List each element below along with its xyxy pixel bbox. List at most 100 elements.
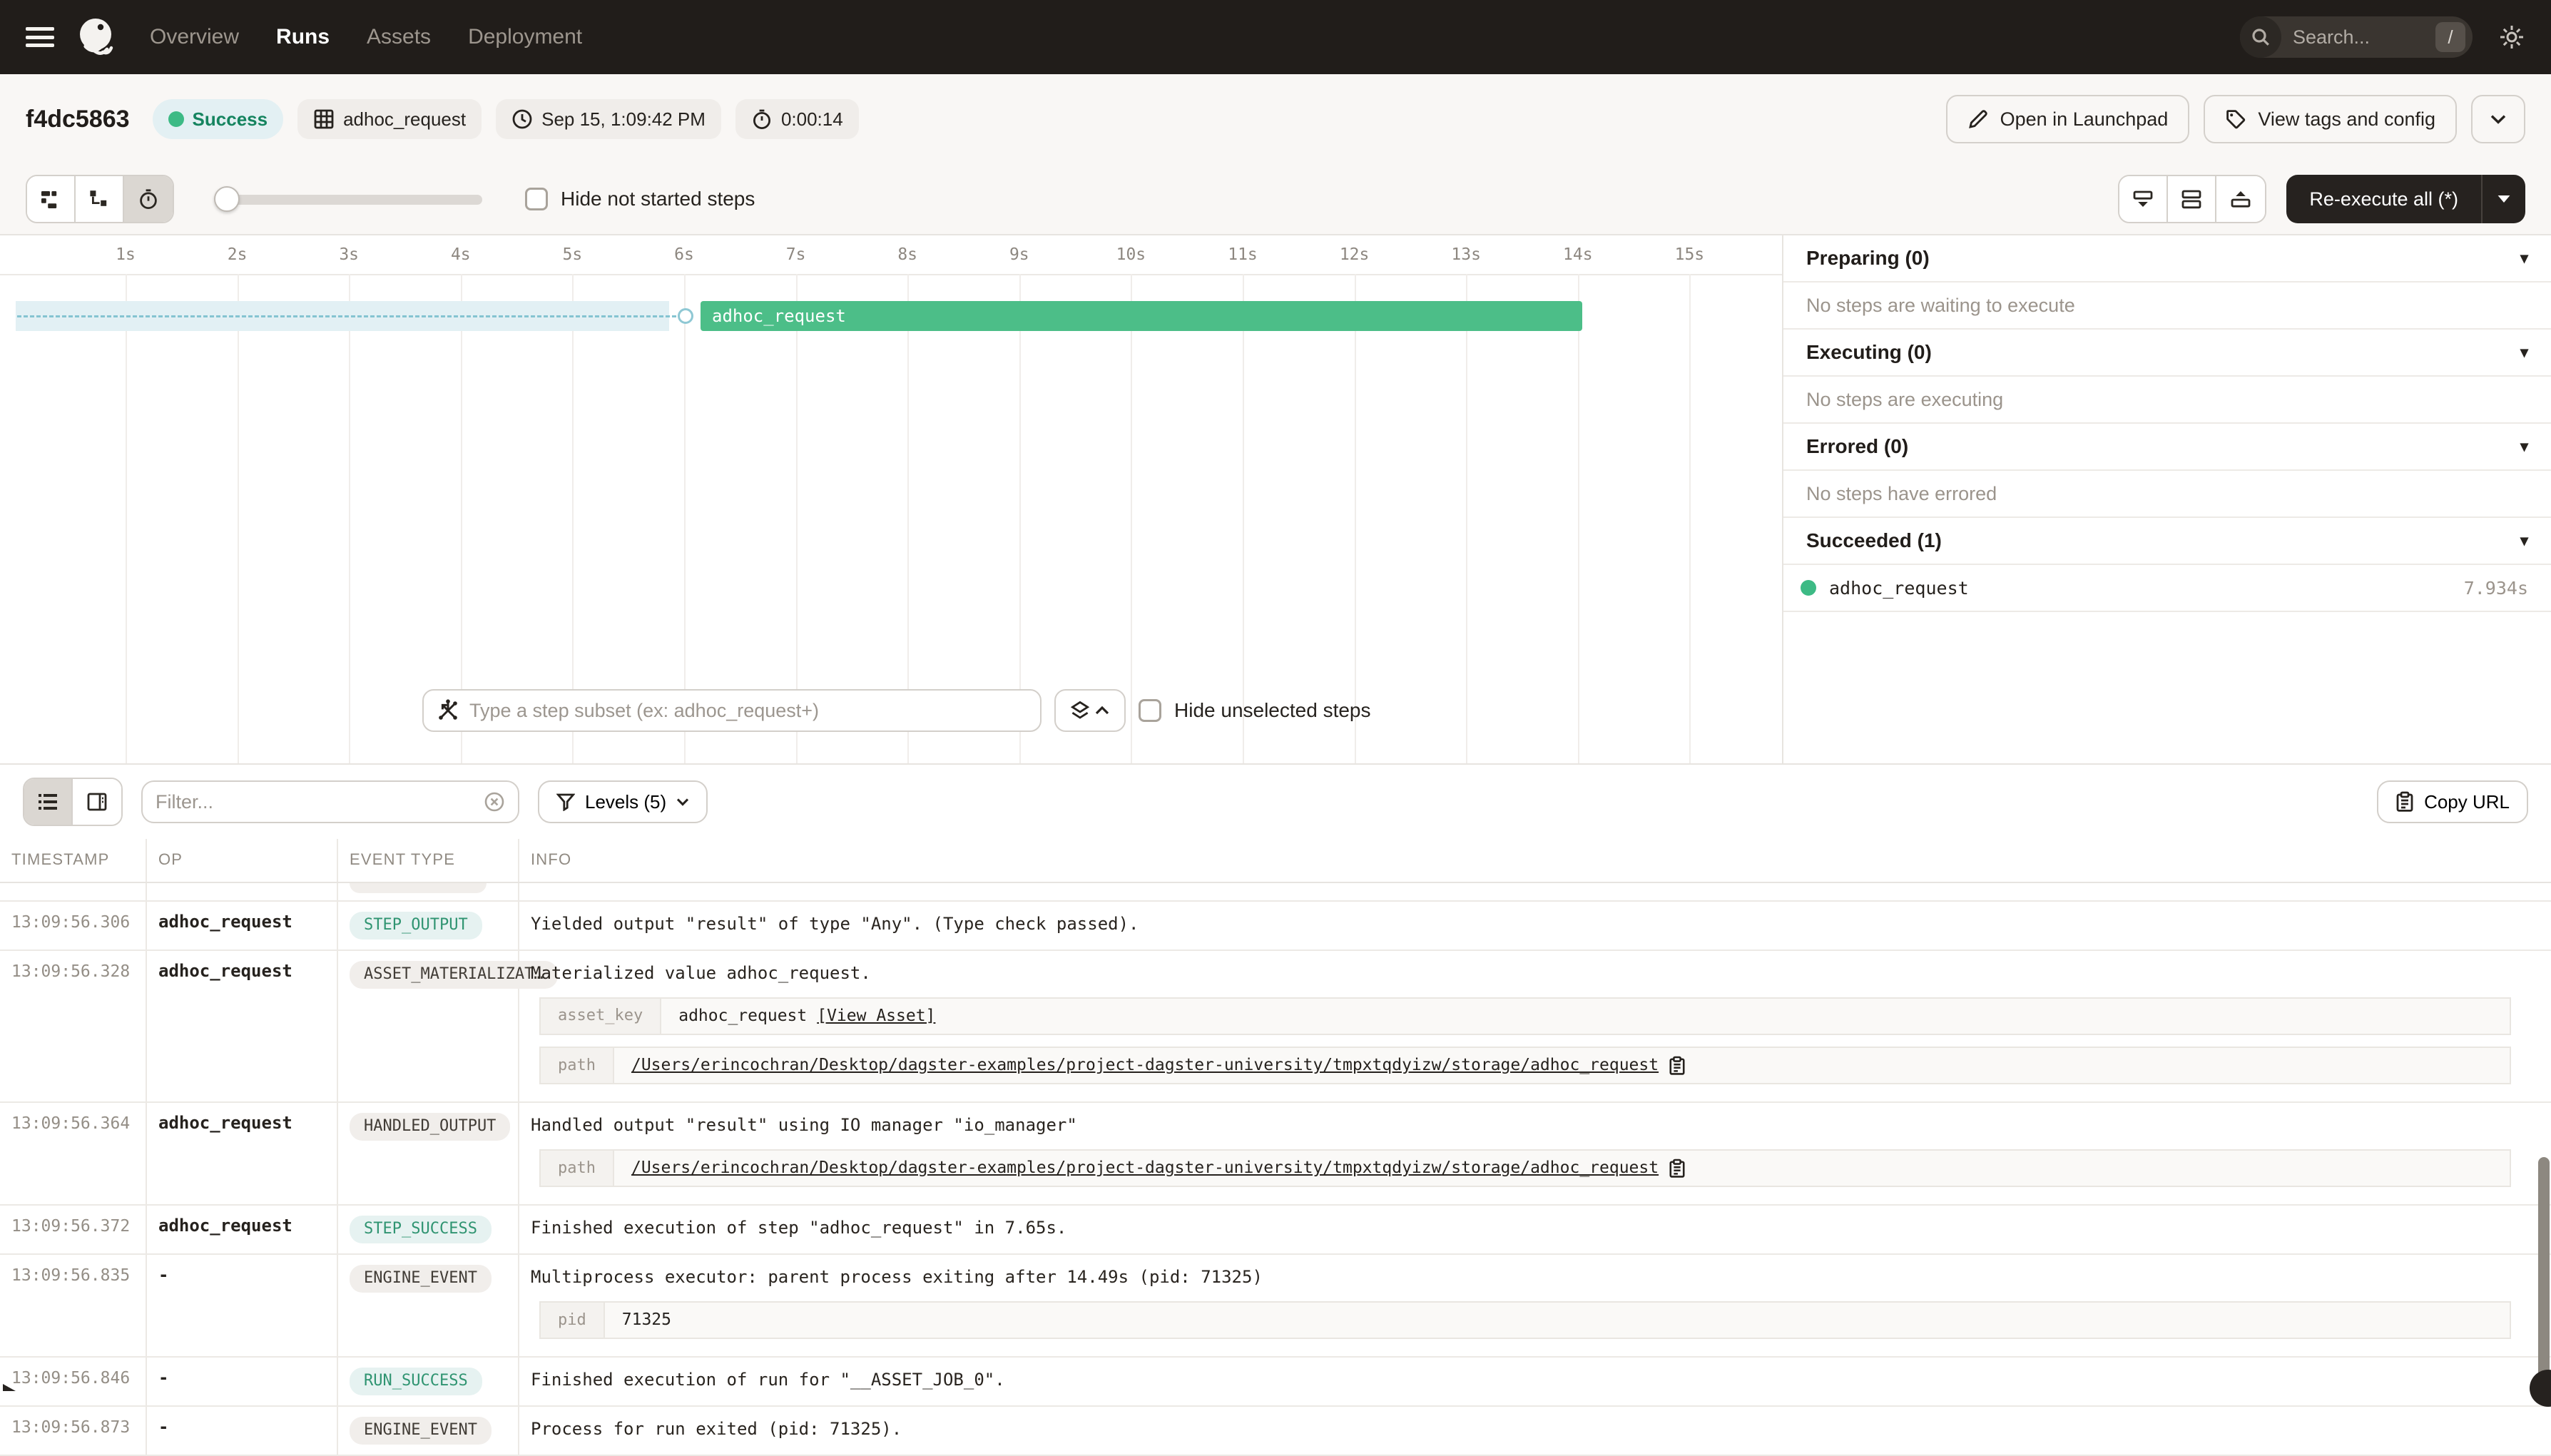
metadata-path-link[interactable]: /Users/erincochran/Desktop/dagster-examp… [631, 1054, 1659, 1077]
log-raw-view-button[interactable] [73, 779, 121, 825]
collapse-caret-icon[interactable]: ▾ [2520, 531, 2528, 550]
pencil-icon [1967, 108, 1989, 130]
log-timestamp[interactable]: 13:09:56.364 [0, 1103, 147, 1204]
view-asset-link[interactable]: [View Asset] [817, 1004, 935, 1028]
nav-item-overview[interactable]: Overview [150, 25, 239, 49]
dagster-run-page: Overview Runs Assets Deployment Search... / [0, 0, 2551, 1391]
clear-filter-icon[interactable] [484, 791, 505, 813]
search-input[interactable]: Search... / [2240, 16, 2473, 58]
event-type-pill: ENGINE_EVENT [350, 1265, 492, 1293]
panel-bottom-collapse-button[interactable] [2119, 176, 2168, 222]
panel-layout-segmented [2118, 175, 2266, 223]
hamburger-menu-icon[interactable] [26, 27, 54, 47]
log-timestamp[interactable]: 13:09:56.846 [0, 1358, 147, 1405]
metadata-key: pid [541, 1303, 605, 1338]
log-structured-view-button[interactable] [24, 779, 73, 825]
log-op: adhoc_request [147, 1103, 338, 1204]
log-info: Process for run exited (pid: 71325). [519, 1407, 2551, 1455]
gantt-zoom-slider[interactable] [217, 186, 482, 212]
side-section-header[interactable]: Preparing (0)▾ [1783, 235, 2551, 282]
side-panel-step-row[interactable]: adhoc_request7.934s [1783, 565, 2551, 612]
hide-unselected-checkbox[interactable] [1139, 699, 1161, 722]
nav-item-assets[interactable]: Assets [367, 25, 431, 49]
copy-path-icon[interactable] [1669, 1159, 1686, 1178]
panel-split-button[interactable] [2168, 176, 2216, 222]
slider-knob[interactable] [214, 186, 240, 212]
panel-top-collapse-button[interactable] [2216, 176, 2265, 222]
gear-icon[interactable] [2498, 24, 2525, 51]
log-timestamp[interactable]: 13:09:56.328 [0, 951, 147, 1101]
axis-tick-label: 12s [1340, 245, 1370, 264]
log-filter-input[interactable] [156, 791, 484, 813]
event-type-pill: STEP_OUTPUT [350, 912, 482, 940]
metadata-plain-value: adhoc_request [678, 1004, 807, 1028]
step-query-options-button[interactable] [1054, 689, 1126, 732]
log-info: Handled output "result" using IO manager… [519, 1103, 2551, 1204]
table-icon [313, 108, 335, 130]
axis-tick-label: 9s [1009, 245, 1029, 264]
search-shortcut-badge: / [2435, 22, 2465, 52]
collapse-caret-icon[interactable]: ▾ [2520, 343, 2528, 362]
gantt-toolbar: Hide not started steps [0, 164, 2551, 235]
gantt-chart: 1s2s3s4s5s6s7s8s9s10s11s12s13s14s15s adh… [0, 235, 1783, 763]
side-section-header[interactable]: Executing (0)▾ [1783, 330, 2551, 377]
side-section-header[interactable]: Errored (0) ▾ [1783, 424, 2551, 471]
gridline [238, 274, 239, 763]
op-selector-icon [437, 699, 459, 722]
log-metadata-table: path/Users/erincochran/Desktop/dagster-e… [539, 1149, 2511, 1187]
nav-item-deployment[interactable]: Deployment [468, 25, 582, 49]
log-section: Levels (5) Copy URL TI [0, 763, 2551, 1391]
copy-url-button[interactable]: Copy URL [2377, 780, 2528, 823]
start-time-tag: Sep 15, 1:09:42 PM [496, 99, 721, 139]
log-timestamp[interactable]: 13:09:56.835 [0, 1255, 147, 1356]
nav-item-runs[interactable]: Runs [276, 25, 330, 49]
axis-tick-label: 10s [1116, 245, 1146, 264]
axis-tick-label: 2s [228, 245, 248, 264]
hide-unselected-label: Hide unselected steps [1174, 699, 1371, 722]
event-type-pill: HANDLED_OUTPUT [350, 1113, 510, 1141]
side-section-title: Succeeded (1) [1806, 529, 1942, 552]
duration-tag: 0:00:14 [735, 99, 859, 139]
gantt-step-bar[interactable]: adhoc_request [701, 301, 1582, 331]
log-rows: 13:09:56.306adhoc_requestSTEP_OUTPUTYiel… [0, 902, 2551, 1456]
log-timestamp[interactable]: 13:09:56.873 [0, 1407, 147, 1455]
log-row: 13:09:56.372adhoc_requestSTEP_SUCCESSFin… [0, 1206, 2551, 1255]
log-op: - [147, 1255, 338, 1356]
reexecute-all-button[interactable]: Re-execute all (*) [2286, 175, 2525, 223]
log-row: 13:09:56.873-ENGINE_EVENTProcess for run… [0, 1407, 2551, 1456]
levels-filter-button[interactable]: Levels (5) [538, 780, 708, 823]
chevron-down-icon [2490, 113, 2507, 125]
collapse-caret-icon[interactable]: ▾ [2520, 437, 2528, 456]
reexecute-dropdown-caret[interactable] [2481, 175, 2525, 223]
gantt-flat-view-button[interactable] [27, 176, 76, 222]
collapse-caret-icon[interactable]: ▾ [2520, 249, 2528, 268]
step-success-dot [1801, 580, 1816, 596]
log-metadata-table: pid71325 [539, 1301, 2511, 1339]
side-section-header[interactable]: Succeeded (1) ▾ [1783, 518, 2551, 565]
slider-track [217, 195, 482, 205]
view-tags-config-button[interactable]: View tags and config [2204, 95, 2457, 143]
col-timestamp: TIMESTAMP [0, 839, 147, 882]
log-info-text: Process for run exited (pid: 71325). [531, 1417, 2528, 1442]
log-timestamp[interactable]: 13:09:56.306 [0, 902, 147, 950]
gantt-timed-view-button[interactable] [124, 176, 173, 222]
gantt-waterfall-view-button[interactable] [76, 176, 124, 222]
log-scrollbar-thumb[interactable] [2538, 1157, 2550, 1383]
dagster-logo[interactable] [74, 15, 118, 59]
metadata-path-link[interactable]: /Users/erincochran/Desktop/dagster-examp… [631, 1156, 1659, 1180]
log-info: Materialized value adhoc_request.asset_k… [519, 951, 2551, 1101]
side-section-title: Errored (0) [1806, 435, 1908, 458]
hide-not-started-checkbox[interactable] [525, 188, 548, 210]
run-actions-dropdown-button[interactable] [2471, 95, 2525, 143]
log-event-type: HANDLED_OUTPUT [338, 1103, 519, 1204]
metadata-value: /Users/erincochran/Desktop/dagster-examp… [614, 1151, 2510, 1186]
gridline [1689, 274, 1691, 763]
log-row: 13:09:56.328adhoc_requestASSET_MATERIALI… [0, 951, 2551, 1103]
log-metadata-table: asset_keyadhoc_request [View Asset] [539, 997, 2511, 1035]
axis-tick-label: 14s [1563, 245, 1593, 264]
copy-path-icon[interactable] [1669, 1056, 1686, 1076]
log-timestamp[interactable]: 13:09:56.372 [0, 1206, 147, 1253]
open-in-launchpad-button[interactable]: Open in Launchpad [1946, 95, 2190, 143]
step-subset-input[interactable] [469, 700, 1027, 722]
job-tag[interactable]: adhoc_request [297, 99, 482, 139]
